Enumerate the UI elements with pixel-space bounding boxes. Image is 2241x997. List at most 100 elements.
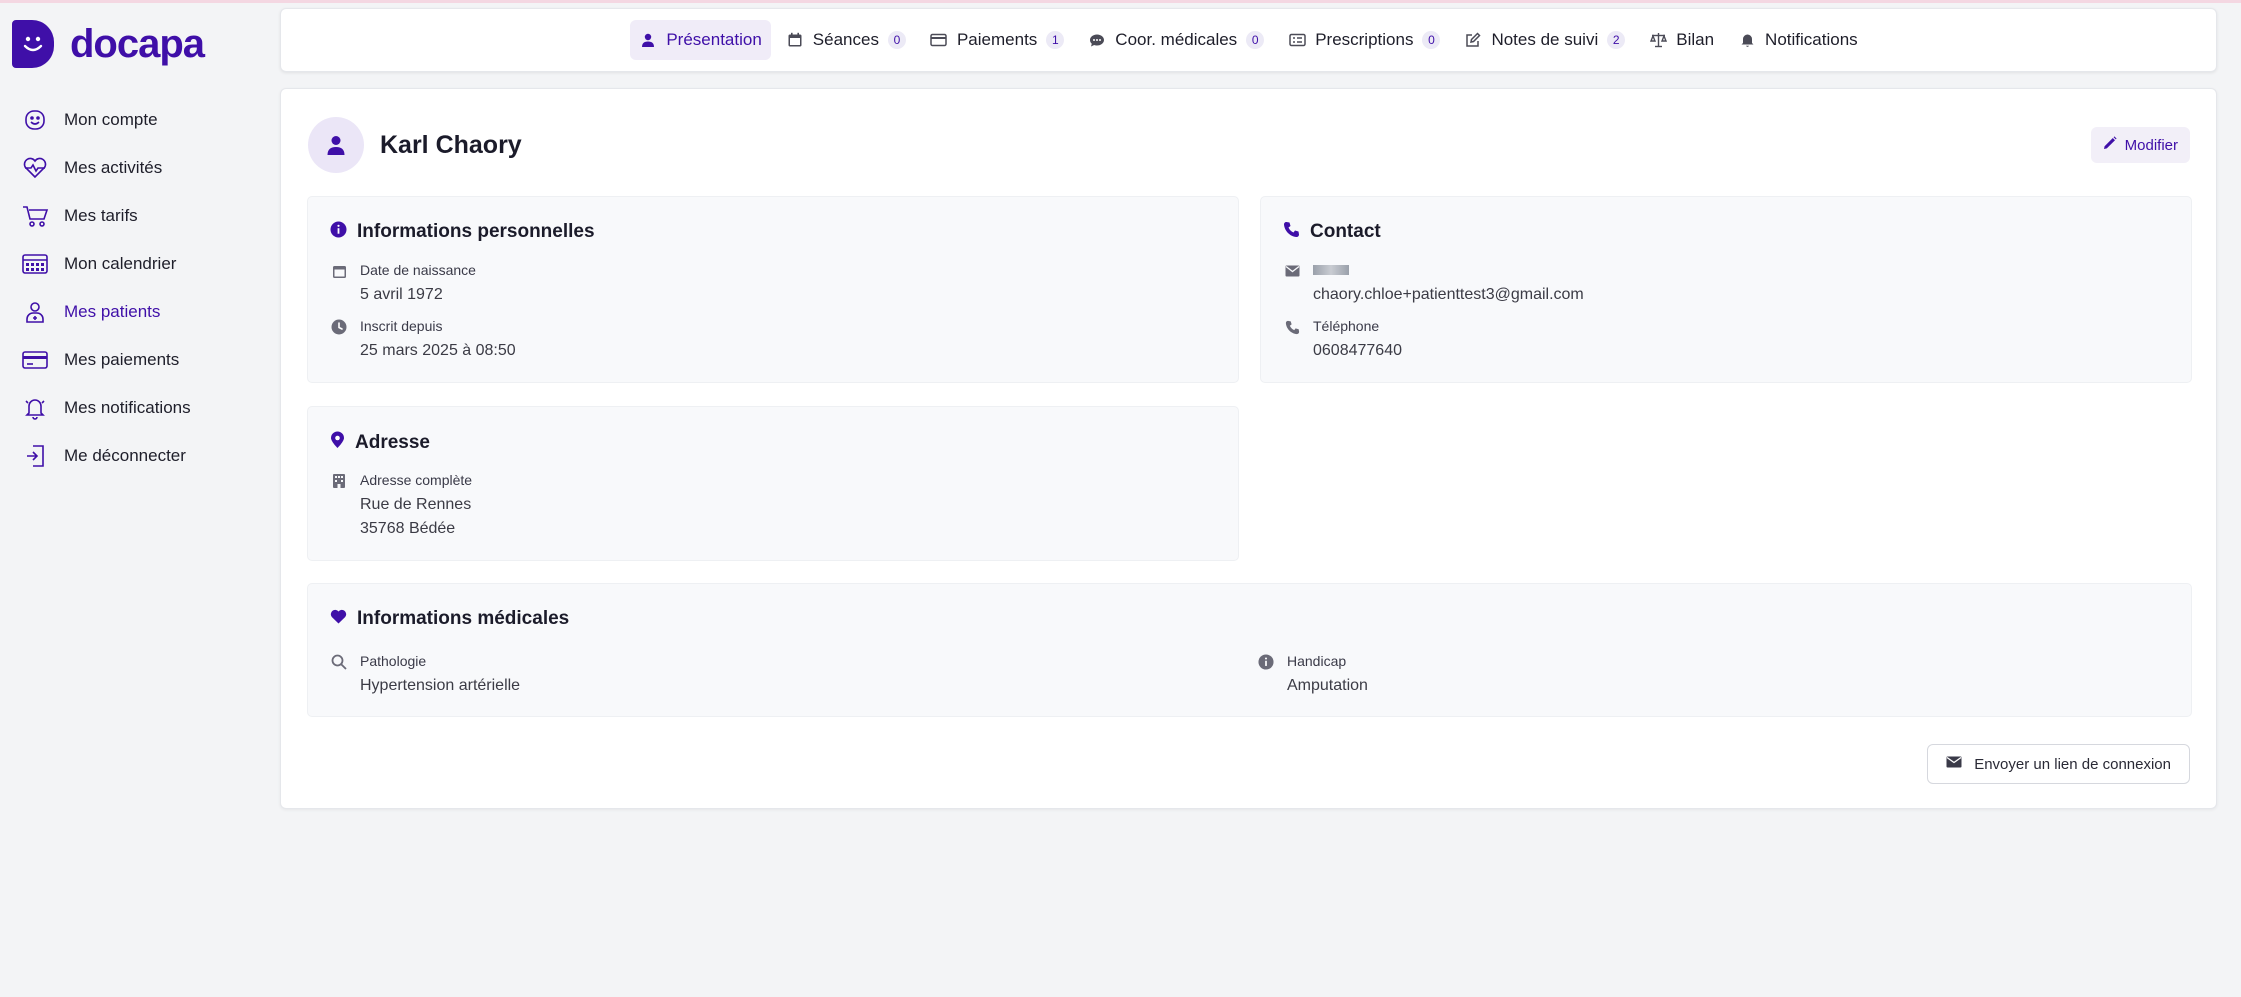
calendar-icon — [330, 262, 348, 280]
panel-title: Adresse — [355, 431, 430, 453]
info-icon — [1257, 653, 1275, 671]
panel-header: Informations médicales — [330, 608, 569, 630]
sidebar-item-label: Mes tarifs — [64, 206, 138, 225]
tab-label: Paiements — [956, 30, 1038, 49]
panel-header: Adresse — [330, 431, 430, 454]
phone-field: Téléphone 0608477640 — [1283, 317, 1402, 363]
clock-icon — [330, 318, 348, 336]
sidebar-item-me-deconnecter[interactable]: Me déconnecter — [20, 432, 191, 480]
envelope-icon — [1946, 755, 1962, 773]
panel-header: Informations personnelles — [330, 221, 595, 243]
avatar — [308, 117, 364, 173]
logo-text: docapa — [70, 22, 205, 66]
calendar-icon — [786, 31, 804, 49]
sidebar-item-label: Me déconnecter — [64, 446, 186, 465]
tab-coor-medicales[interactable]: Coor. médicales 0 — [1079, 20, 1273, 60]
chat-icon — [1088, 31, 1106, 49]
logout-icon — [20, 441, 50, 471]
field-label: Inscrit depuis — [360, 318, 443, 334]
field-value: Hypertension artérielle — [360, 677, 521, 694]
count-badge: 0 — [1422, 31, 1441, 49]
patient-detail-card: Karl Chaory Modifier Informations person… — [280, 88, 2217, 809]
tab-label: Bilan — [1676, 30, 1715, 49]
tab-bilan[interactable]: Bilan — [1640, 20, 1723, 60]
pencil-icon — [2103, 135, 2117, 155]
panel-title: Informations médicales — [357, 608, 570, 629]
envelope-icon — [1283, 262, 1301, 280]
personal-info-panel: Informations personnelles Date de naissa… — [307, 196, 1239, 383]
count-badge: 1 — [1046, 31, 1065, 49]
credit-card-icon — [930, 31, 948, 49]
send-login-link-button[interactable]: Envoyer un lien de connexion — [1927, 744, 2190, 784]
list-icon — [1288, 31, 1306, 49]
map-pin-icon — [330, 431, 345, 454]
tab-label: Prescriptions — [1315, 30, 1414, 49]
field-label: Handicap — [1287, 653, 1347, 669]
phone-icon — [1283, 318, 1301, 336]
user-icon — [327, 136, 345, 155]
card-icon — [20, 345, 50, 375]
sidebar-item-mes-activites[interactable]: Mes activités — [20, 144, 191, 192]
edit-icon — [1464, 31, 1482, 49]
handicap-field: Handicap Amputation — [1257, 652, 1368, 698]
sidebar: docapa Mon compte Mes activités Mes tari… — [0, 0, 270, 997]
tab-label: Notes de suivi — [1491, 30, 1599, 49]
field-value: Amputation — [1287, 677, 1368, 694]
patient-icon — [20, 297, 50, 327]
search-icon — [330, 653, 348, 671]
sidebar-item-label: Mes notifications — [64, 398, 191, 417]
full-address-field: Adresse complète Rue de Rennes 35768 Béd… — [330, 471, 472, 541]
sidebar-item-mes-patients[interactable]: Mes patients — [20, 288, 191, 336]
calendar-grid-icon — [20, 249, 50, 279]
tab-label: Présentation — [666, 30, 762, 49]
tab-seances[interactable]: Séances 0 — [777, 20, 915, 60]
building-icon — [330, 472, 348, 490]
tab-prescriptions[interactable]: Prescriptions 0 — [1279, 20, 1449, 60]
phone-icon — [1283, 221, 1300, 243]
sidebar-item-mon-compte[interactable]: Mon compte — [20, 96, 191, 144]
logo[interactable]: docapa — [12, 20, 205, 68]
count-badge: 2 — [1607, 31, 1626, 49]
birth-date-field: Date de naissance 5 avril 1972 — [330, 261, 476, 307]
field-value: 0608477640 — [1313, 342, 1402, 359]
tab-paiements[interactable]: Paiements 1 — [921, 20, 1073, 60]
heart-icon — [330, 609, 347, 629]
sidebar-item-mes-notifications[interactable]: Mes notifications — [20, 384, 191, 432]
edit-button-label: Modifier — [2124, 136, 2178, 154]
panel-title: Informations personnelles — [357, 221, 595, 242]
field-label: Pathologie — [360, 653, 427, 669]
sidebar-item-mes-paiements[interactable]: Mes paiements — [20, 336, 191, 384]
pathology-field: Pathologie Hypertension artérielle — [330, 652, 520, 698]
address-line-2: 35768 Bédée — [360, 520, 456, 537]
tab-notes-de-suivi[interactable]: Notes de suivi 2 — [1455, 20, 1634, 60]
count-badge: 0 — [887, 31, 906, 49]
redacted-label — [1313, 261, 1584, 279]
sidebar-item-label: Mon calendrier — [64, 254, 177, 273]
tab-presentation[interactable]: Présentation — [630, 20, 771, 60]
field-value: 25 mars 2025 à 08:50 — [360, 342, 516, 359]
sidebar-item-label: Mon compte — [64, 110, 158, 129]
sidebar-nav: Mon compte Mes activités Mes tarifs Mon … — [20, 96, 191, 480]
sidebar-item-mes-tarifs[interactable]: Mes tarifs — [20, 192, 191, 240]
logo-mark-icon — [12, 20, 54, 68]
field-value: 5 avril 1972 — [360, 286, 443, 303]
field-label: Date de naissance — [360, 262, 476, 278]
sidebar-item-label: Mes patients — [64, 302, 161, 321]
tab-label: Notifications — [1765, 30, 1858, 49]
registered-since-field: Inscrit depuis 25 mars 2025 à 08:50 — [330, 317, 516, 363]
patient-name: Karl Chaory — [380, 130, 522, 159]
panel-header: Contact — [1283, 221, 1381, 243]
sidebar-item-mon-calendrier[interactable]: Mon calendrier — [20, 240, 191, 288]
count-badge: 0 — [1246, 31, 1265, 49]
contact-panel: Contact chaory.chloe+patienttest3@gmail.… — [1260, 196, 2192, 383]
heart-pulse-icon — [20, 153, 50, 183]
sidebar-item-label: Mes paiements — [64, 350, 180, 369]
field-value: chaory.chloe+patienttest3@gmail.com — [1313, 286, 1584, 303]
tab-label: Coor. médicales — [1115, 30, 1238, 49]
tab-notifications[interactable]: Notifications — [1729, 20, 1867, 60]
edit-button[interactable]: Modifier — [2090, 127, 2190, 163]
info-icon — [330, 221, 347, 243]
field-label: Téléphone — [1313, 318, 1380, 334]
patient-header: Karl Chaory — [308, 117, 522, 173]
smile-face-icon — [20, 105, 50, 135]
